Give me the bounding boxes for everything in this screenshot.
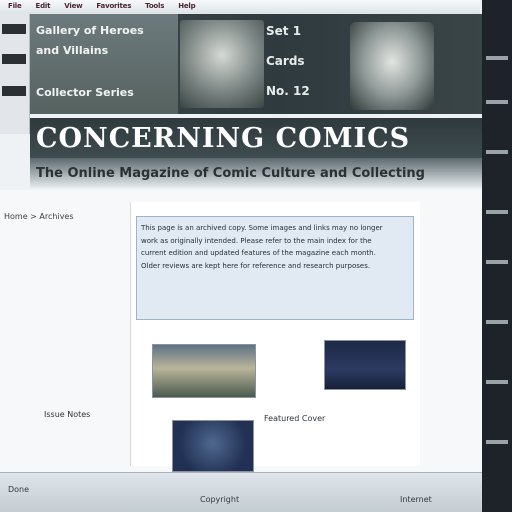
menu-file[interactable]: File (8, 2, 22, 12)
scrollbar-tick (486, 440, 508, 444)
banner-line-2: and Villains (36, 44, 109, 57)
menu-view[interactable]: View (64, 2, 82, 12)
scrollbar-tick (486, 150, 508, 154)
site-masthead: CONCERNING COMICS (30, 118, 482, 158)
toolbar-forward-icon[interactable] (2, 54, 26, 64)
banner-stat-1: Set 1 (266, 24, 302, 38)
browser-window: File Edit View Favorites Tools Help Gall… (0, 0, 512, 512)
scrollbar-tick (486, 100, 508, 104)
caption-right[interactable]: Featured Cover (264, 414, 325, 423)
status-text: Done (8, 485, 30, 494)
banner-text-panel: Gallery of Heroes and Villains Collector… (30, 14, 178, 114)
header-banner: Gallery of Heroes and Villains Collector… (30, 14, 482, 114)
notice-line: current edition and updated features of … (141, 249, 376, 257)
menu-favorites[interactable]: Favorites (96, 2, 131, 12)
banner-stat-3: No. 12 (266, 84, 310, 98)
site-title[interactable]: CONCERNING COMICS (36, 123, 410, 154)
left-toolbar (0, 14, 30, 134)
breadcrumb[interactable]: Home > Archives (4, 212, 74, 221)
archive-notice: This page is an archived copy. Some imag… (136, 216, 414, 320)
scrollbar-tick (486, 210, 508, 214)
scrollbar-tick (486, 380, 508, 384)
banner-stats: Set 1 Cards No. 12 (266, 24, 346, 114)
article-thumbnail-image[interactable] (152, 344, 256, 398)
menu-tools[interactable]: Tools (145, 2, 164, 12)
caption-left[interactable]: Issue Notes (44, 410, 90, 419)
scrollbar-tick (486, 260, 508, 264)
banner-line-1: Gallery of Heroes (36, 24, 144, 37)
menu-edit[interactable]: Edit (36, 2, 51, 12)
menu-help[interactable]: Help (178, 2, 195, 12)
right-scrollbar[interactable] (482, 0, 512, 512)
toolbar-back-icon[interactable] (2, 24, 26, 34)
status-bar: Done Copyright Internet (0, 472, 482, 512)
banner-stat-2: Cards (266, 54, 305, 68)
scrollbar-thumb[interactable] (486, 320, 508, 324)
scrollbar-tick (486, 56, 508, 60)
banner-portrait-image (180, 20, 264, 108)
toolbar-home-icon[interactable] (2, 86, 26, 96)
notice-line: work as originally intended. Please refe… (141, 236, 372, 245)
site-tagline-bar: The Online Magazine of Comic Culture and… (30, 158, 482, 188)
status-copyright: Copyright (200, 495, 240, 504)
site-tagline: The Online Magazine of Comic Culture and… (36, 165, 425, 181)
cover-thumbnail-image[interactable] (324, 340, 406, 390)
status-zone: Internet (400, 495, 432, 504)
notice-line: Older reviews are kept here for referenc… (141, 261, 371, 270)
menu-bar: File Edit View Favorites Tools Help (0, 0, 480, 14)
gallery-thumbnail-image[interactable] (172, 420, 254, 472)
notice-line: This page is an archived copy. Some imag… (141, 224, 383, 232)
banner-mask-image (350, 22, 434, 110)
banner-line-4: Collector Series (36, 86, 134, 99)
